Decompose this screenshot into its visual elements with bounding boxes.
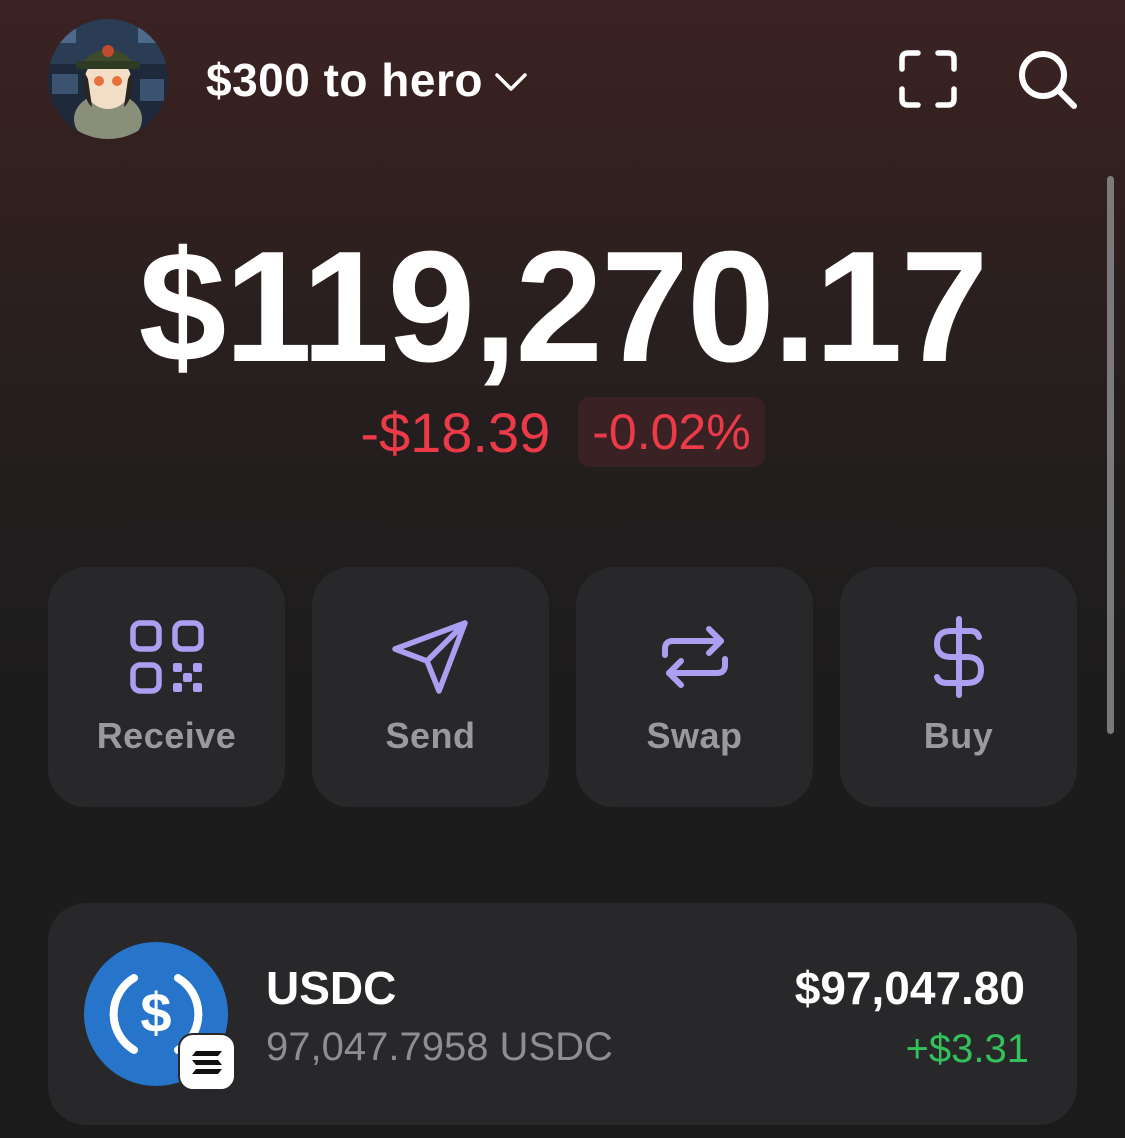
send-icon [391,620,468,694]
token-value: $97,047.80 [794,962,1025,1014]
receive-label: Receive [96,715,237,756]
avatar-icon [48,19,168,139]
swap-button[interactable]: Swap [576,567,813,807]
avatar[interactable] [48,19,168,139]
buy-button[interactable]: Buy [840,567,1077,807]
scan-icon [899,50,957,108]
buy-label: Buy [923,715,994,756]
receive-button[interactable]: Receive [48,567,285,807]
token-name: USDC [266,962,397,1014]
svg-text:$: $ [140,981,171,1044]
swap-icon [661,626,728,688]
send-button[interactable]: Send [312,567,549,807]
scan-button[interactable] [893,44,963,114]
total-balance: $119,270.17 [138,219,989,395]
search-button[interactable] [1012,44,1082,114]
solana-icon [178,1033,236,1091]
token-balance: 97,047.7958 USDC [266,1025,613,1069]
balance-change-percent-badge: -0.02% [578,397,765,467]
chevron-down-icon [495,73,527,91]
send-label: Send [385,715,476,756]
swap-label: Swap [646,715,743,756]
token-change: +$3.31 [905,1027,1029,1071]
quick-actions: Receive Send Swap Buy [48,567,1077,807]
dollar-icon [933,616,984,698]
balance-change-amount: -$18.39 [360,400,551,464]
account-switcher[interactable]: $300 to hero [206,50,529,110]
account-name: $300 to hero [206,54,483,106]
balance-change-row: -$18.39 -0.02% [0,396,1125,468]
search-icon [1019,51,1077,109]
qr-code-icon [129,620,204,694]
token-row-usdc[interactable]: $ USDC 97,047.7958 USDC $97,047.80 +$3.3… [48,903,1077,1125]
